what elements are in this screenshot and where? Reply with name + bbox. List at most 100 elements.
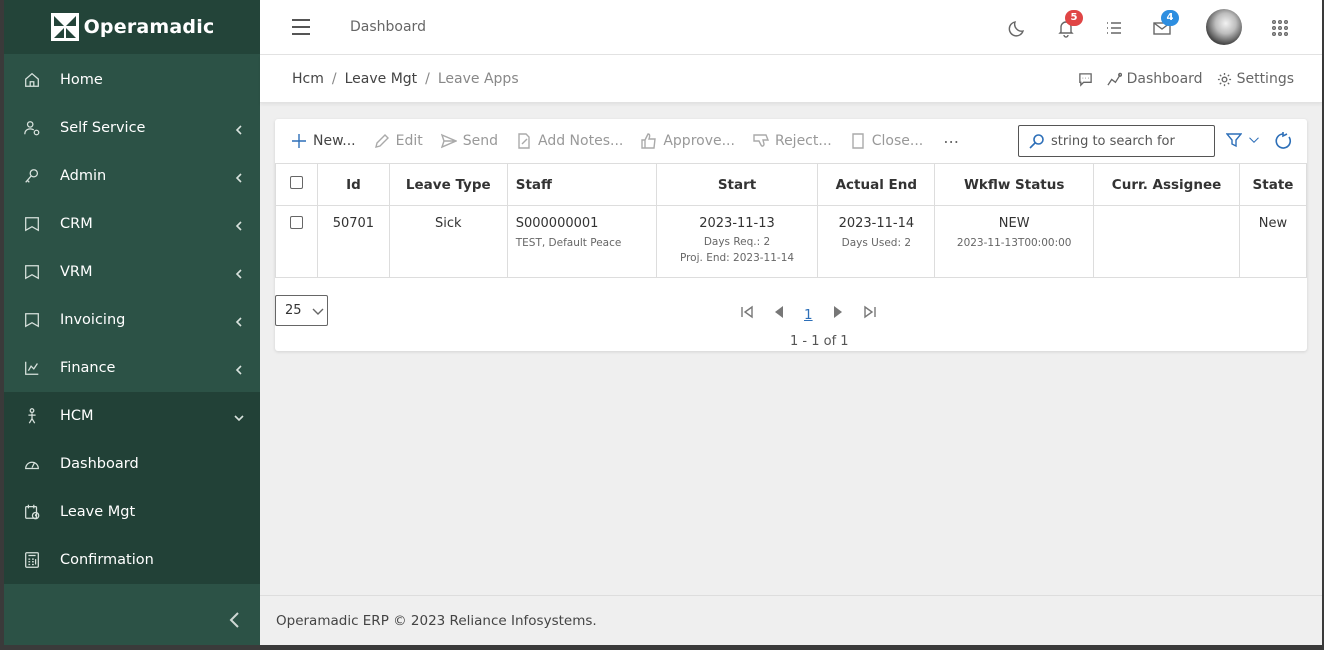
approve-button[interactable]: Approve... <box>641 133 735 149</box>
sidebar-item-admin[interactable]: Admin <box>4 152 260 200</box>
chevron-down-icon <box>1249 137 1259 143</box>
menu-toggle-button[interactable] <box>292 19 310 35</box>
add-notes-button[interactable]: Add Notes... <box>516 133 623 149</box>
notifications-badge: 5 <box>1065 10 1083 26</box>
cell-staff: S000000001 TEST, Default Peace <box>506 205 657 278</box>
staff-code: S000000001 <box>515 216 599 231</box>
close-button[interactable]: Close... <box>850 133 923 149</box>
dark-mode-button[interactable] <box>1008 18 1028 38</box>
plus-icon <box>292 134 306 148</box>
hcm-section: HCM Dashboard Leave Mgt Confirmation <box>4 392 260 584</box>
comment-button[interactable] <box>1078 72 1093 87</box>
chart-icon <box>22 358 42 378</box>
reject-button-label: Reject... <box>774 133 832 149</box>
gauge-icon <box>22 454 42 474</box>
send-button[interactable]: Send <box>440 133 498 149</box>
prev-page-button[interactable] <box>772 303 786 321</box>
sidebar-item-finance[interactable]: Finance <box>4 344 260 392</box>
page-size-select[interactable]: 25 <box>275 295 328 326</box>
add-notes-button-label: Add Notes... <box>538 133 624 149</box>
sidebar-item-dashboard[interactable]: Dashboard <box>4 440 260 488</box>
actual-end-date: 2023-11-14 <box>838 216 915 231</box>
first-page-icon <box>741 305 753 319</box>
row-checkbox[interactable] <box>289 216 303 229</box>
search-icon <box>1029 134 1044 149</box>
settings-link[interactable]: Settings <box>1217 71 1294 87</box>
sidebar-item-hcm[interactable]: HCM <box>4 392 260 440</box>
calendar-clock-icon <box>22 502 42 522</box>
sidebar-item-confirmation[interactable]: Confirmation <box>4 536 260 584</box>
sidebar: Operamadic Home Self Service Admin CRM V… <box>4 0 260 645</box>
breadcrumb-current: Leave Apps <box>437 71 519 87</box>
moon-icon <box>1008 21 1025 37</box>
chevron-left-icon <box>234 171 244 183</box>
column-header-leave-type[interactable]: Leave Type <box>388 163 508 206</box>
sidebar-item-invoicing[interactable]: Invoicing <box>4 296 260 344</box>
start-date: 2023-11-13 <box>699 216 775 231</box>
sub-actions: Dashboard Settings <box>1078 71 1294 87</box>
last-page-button[interactable] <box>863 303 877 321</box>
next-page-icon <box>833 306 842 318</box>
brand[interactable]: Operamadic <box>4 0 260 54</box>
chevron-left-icon <box>234 219 244 231</box>
page-number[interactable]: 1 <box>804 307 813 323</box>
home-icon <box>22 70 42 90</box>
dashboard-link[interactable]: Dashboard <box>1107 71 1203 87</box>
breadcrumb-item-hcm[interactable]: Hcm <box>292 71 324 87</box>
column-header-staff[interactable]: Staff <box>506 163 657 206</box>
pencil-icon <box>374 134 389 148</box>
filter-button[interactable] <box>1226 132 1260 148</box>
select-all-cell <box>275 163 318 206</box>
breadcrumb-item-leave-mgt[interactable]: Leave Mgt <box>345 71 418 87</box>
column-header-wkflw-status[interactable]: Wkflw Status <box>934 163 1095 206</box>
sidebar-item-vrm[interactable]: VRM <box>4 248 260 296</box>
cell-id: 50701 <box>316 205 390 278</box>
sidebar-item-label: Confirmation <box>60 552 154 568</box>
notifications-button[interactable]: 5 <box>1056 10 1083 38</box>
wkflw-date: 2023-11-13T00:00:00 <box>956 237 1072 249</box>
refresh-button[interactable] <box>1273 131 1293 151</box>
chevron-left-icon <box>234 123 244 135</box>
messages-button[interactable]: 4 <box>1152 10 1179 38</box>
document-icon <box>852 133 864 149</box>
search-field[interactable] <box>1018 125 1215 157</box>
sidebar-item-leave-mgt[interactable]: Leave Mgt <box>4 488 260 536</box>
staff-name: TEST, Default Peace <box>515 237 622 249</box>
more-actions-button[interactable]: ⋯ <box>943 132 960 151</box>
chevron-down-icon <box>312 308 324 315</box>
id-card-icon <box>22 310 42 330</box>
sidebar-item-home[interactable]: Home <box>4 56 260 104</box>
projected-end: Proj. End: 2023-11-14 <box>679 252 795 264</box>
select-all-checkbox[interactable] <box>289 176 303 189</box>
avatar[interactable] <box>1206 9 1242 45</box>
next-page-button[interactable] <box>831 303 845 321</box>
column-header-actual-end[interactable]: Actual End <box>817 163 936 206</box>
search-input[interactable] <box>1051 133 1201 149</box>
sidebar-item-self-service[interactable]: Self Service <box>4 104 260 152</box>
cell-wkflw-status: NEW 2023-11-13T00:00:00 <box>934 205 1095 278</box>
apps-button[interactable] <box>1270 18 1290 38</box>
pagination: 1 <box>740 301 877 323</box>
filter-icon <box>1226 133 1242 148</box>
days-requested: Days Req.: 2 <box>703 236 771 248</box>
sidebar-item-crm[interactable]: CRM <box>4 200 260 248</box>
tasks-button[interactable] <box>1104 18 1124 38</box>
edit-button[interactable]: Edit <box>374 133 423 149</box>
thumbs-down-icon <box>753 134 769 147</box>
column-header-curr-assignee[interactable]: Curr. Assignee <box>1093 163 1240 206</box>
reject-button[interactable]: Reject... <box>753 133 832 149</box>
column-header-id[interactable]: Id <box>316 163 390 206</box>
list-icon <box>1107 22 1121 34</box>
chevron-left-icon <box>229 612 239 628</box>
user-gear-icon <box>22 118 42 138</box>
logo-icon <box>50 13 79 41</box>
first-page-button[interactable] <box>740 303 754 321</box>
settings-link-label: Settings <box>1236 71 1294 87</box>
new-button[interactable]: New... <box>291 133 356 149</box>
column-header-start[interactable]: Start <box>655 163 819 206</box>
sidebar-item-label: Invoicing <box>60 312 126 328</box>
breadcrumb: Hcm / Leave Mgt / Leave Apps <box>292 71 519 87</box>
column-header-state[interactable]: State <box>1238 163 1308 206</box>
sidebar-collapse-button[interactable] <box>228 611 242 629</box>
table-row[interactable]: 50701 Sick S000000001 TEST, Default Peac… <box>275 205 1308 278</box>
